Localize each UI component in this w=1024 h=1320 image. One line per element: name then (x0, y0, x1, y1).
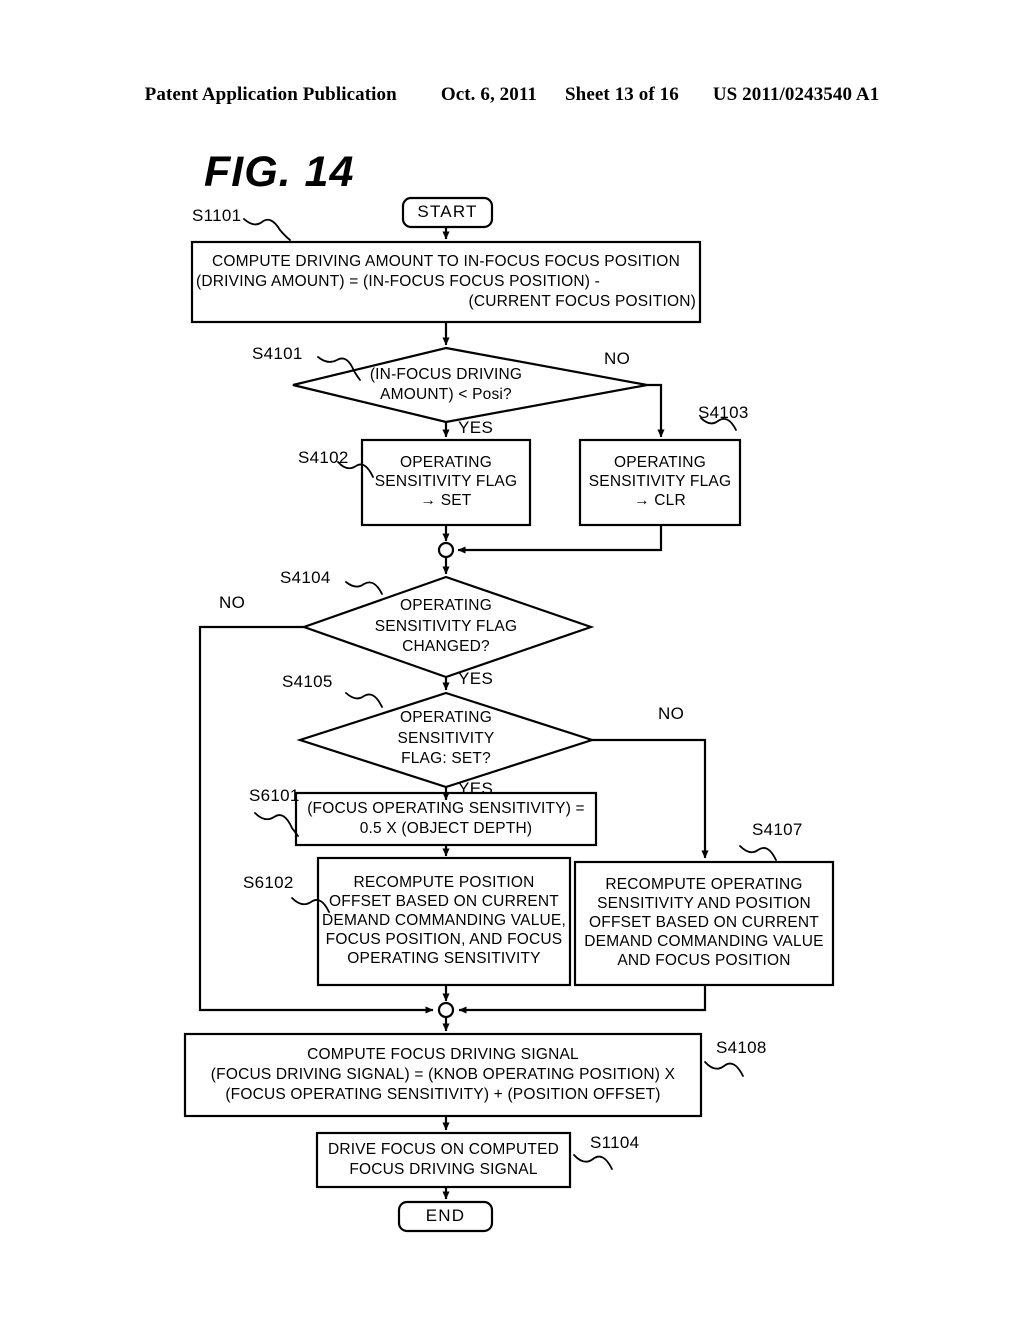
patent-figure-page: Patent Application Publication Oct. 6, 2… (0, 0, 1024, 1320)
s1101-box-shape (190, 240, 702, 324)
s4105-no-label: NO (658, 704, 685, 723)
s4104-no-label: NO (219, 593, 246, 612)
s4107-reference-tag: S4107 (752, 820, 803, 839)
flowchart-diagram (183, 196, 835, 1233)
s1101-leader (243, 218, 291, 241)
merge-junction-1 (437, 541, 455, 559)
s4108-box-shape (183, 1032, 703, 1118)
s4101-no-label: NO (604, 349, 631, 368)
s4102-box-shape (360, 438, 532, 527)
s1104-box-shape (315, 1131, 572, 1189)
s4103-reference-tag: S4103 (698, 403, 749, 422)
s4105-yes-label: YES (458, 779, 494, 798)
s6101-box-shape (294, 791, 598, 847)
s6102-reference-tag: S6102 (243, 873, 294, 892)
s4104-yes-label: YES (458, 669, 494, 688)
merge-junction-2 (437, 1001, 455, 1019)
s4104-leader (345, 581, 383, 595)
s4108-reference-tag: S4108 (716, 1038, 767, 1057)
s4104-diamond-shape (300, 575, 595, 679)
s6101-reference-tag: S6101 (249, 786, 300, 805)
s4107-box-shape (573, 860, 835, 987)
s1101-reference-tag: S1101 (192, 206, 242, 225)
s4105-diamond-shape (296, 691, 596, 789)
end-terminal-shape (397, 1200, 494, 1233)
s4102-reference-tag: S4102 (298, 448, 349, 467)
s4108-leader (704, 1061, 744, 1077)
start-terminal-shape (401, 196, 494, 229)
s6102-leader (291, 897, 330, 913)
s4103-box-shape (578, 438, 742, 527)
s4105-leader (345, 692, 383, 708)
s4104-reference-tag: S4104 (280, 568, 331, 587)
s4101-reference-tag: S4101 (252, 344, 303, 363)
s6101-leader (254, 812, 299, 837)
s1104-leader (573, 1154, 613, 1170)
s1104-reference-tag: S1104 (590, 1133, 640, 1152)
s4107-leader (739, 845, 777, 861)
s4105-reference-tag: S4105 (282, 672, 333, 691)
s4101-yes-label: YES (458, 418, 494, 437)
s6102-box-shape (316, 856, 572, 987)
